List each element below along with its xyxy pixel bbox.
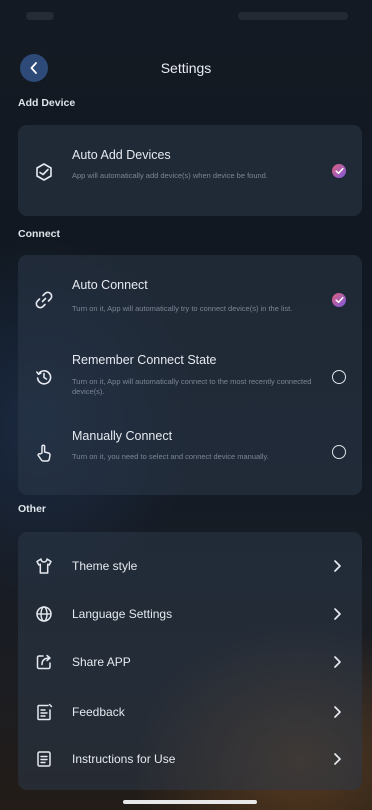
menu-item-label: Instructions for Use [72, 752, 176, 766]
auto-add-icon [33, 161, 55, 183]
status-bar [0, 0, 372, 34]
other-card: Theme style Language Settings Share APP … [18, 532, 362, 790]
menu-item-instructions-for-use[interactable]: Instructions for Use [18, 742, 362, 776]
menu-item-feedback[interactable]: Feedback [18, 695, 362, 729]
page-title: Settings [160, 60, 212, 76]
row-title: Auto Connect [72, 278, 148, 292]
setting-row-auto-connect[interactable]: Auto Connect Turn on it, App will automa… [18, 255, 362, 335]
status-icons [238, 12, 348, 20]
document-icon [33, 748, 55, 770]
radio-checked[interactable] [332, 164, 346, 178]
row-title: Auto Add Devices [72, 148, 171, 162]
connect-card: Auto Connect Turn on it, App will automa… [18, 255, 362, 495]
settings-screen: Settings Add Device Auto Add Devices App… [0, 0, 372, 810]
check-icon [334, 167, 344, 175]
row-description: Turn on it, you need to select and conne… [72, 452, 269, 461]
chevron-right-icon [334, 706, 341, 718]
hand-tap-icon [33, 442, 55, 464]
menu-item-label: Share APP [72, 655, 131, 669]
radio-unchecked[interactable] [332, 370, 346, 384]
share-icon [33, 651, 55, 673]
setting-row-auto-add-devices[interactable]: Auto Add Devices App will automatically … [18, 125, 362, 216]
section-label-add-device: Add Device [18, 97, 76, 109]
menu-item-language-settings[interactable]: Language Settings [18, 597, 362, 631]
row-description: Turn on it, App will automatically try t… [72, 304, 293, 313]
shirt-icon [33, 555, 55, 577]
menu-item-label: Theme style [72, 559, 138, 573]
menu-item-label: Feedback [72, 705, 125, 719]
feedback-icon [33, 701, 55, 723]
menu-item-share-app[interactable]: Share APP [18, 645, 362, 679]
status-time [26, 12, 54, 20]
add-device-card: Auto Add Devices App will automatically … [18, 125, 362, 216]
chevron-right-icon [334, 608, 341, 620]
row-title: Manually Connect [72, 429, 173, 443]
setting-row-remember-connect-state[interactable]: Remember Connect State Turn on it, App w… [18, 335, 362, 415]
history-icon [33, 366, 55, 388]
section-label-other: Other [18, 503, 47, 515]
chevron-right-icon [334, 656, 341, 668]
check-icon [334, 296, 344, 304]
row-description: App will automatically add device(s) whe… [72, 171, 268, 180]
link-icon [33, 289, 55, 311]
setting-row-manually-connect[interactable]: Manually Connect Turn on it, you need to… [18, 415, 362, 495]
radio-unchecked[interactable] [332, 445, 346, 459]
menu-item-theme-style[interactable]: Theme style [18, 549, 362, 583]
globe-icon [33, 603, 55, 625]
menu-item-label: Language Settings [72, 607, 173, 621]
chevron-right-icon [334, 560, 341, 572]
row-title: Remember Connect State [72, 353, 217, 367]
home-indicator[interactable] [123, 800, 257, 804]
radio-checked[interactable] [332, 293, 346, 307]
section-label-connect: Connect [18, 228, 60, 240]
row-description: Turn on it, App will automatically conne… [72, 377, 312, 396]
chevron-right-icon [334, 753, 341, 765]
